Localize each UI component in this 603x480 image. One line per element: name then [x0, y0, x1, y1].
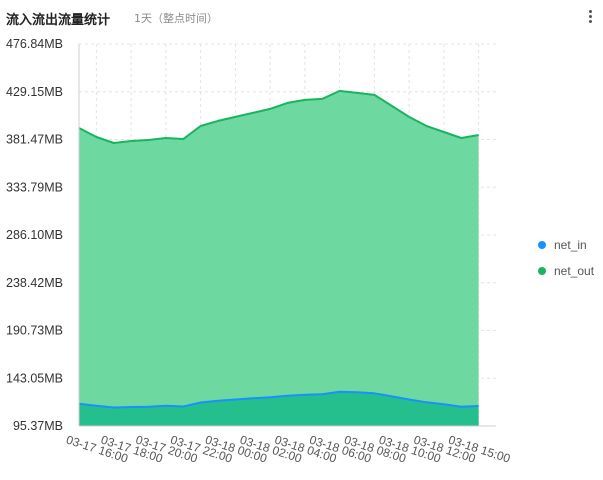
- legend-item-net-in[interactable]: net_in: [538, 232, 594, 258]
- chart-title: 流入流出流量统计: [6, 13, 111, 28]
- y-tick-label: 95.37MB: [13, 419, 63, 433]
- time-range-label: 1天（整点时间）: [134, 12, 218, 25]
- chart-legend: net_in net_out: [538, 232, 594, 284]
- y-tick-label: 333.79MB: [6, 180, 63, 194]
- y-tick-label: 381.47MB: [6, 133, 63, 147]
- legend-marker-net-in: [538, 241, 546, 249]
- legend-label-net-in: net_in: [554, 238, 587, 252]
- legend-marker-net-out: [538, 267, 546, 275]
- y-tick-label: 190.73MB: [6, 324, 63, 338]
- y-tick-label: 286.10MB: [6, 228, 63, 242]
- y-tick-label: 429.15MB: [6, 85, 63, 99]
- more-vertical-icon[interactable]: [582, 6, 598, 26]
- y-tick-label: 476.84MB: [6, 37, 63, 51]
- chart-header: 流入流出流量统计 1天（整点时间）: [0, 0, 603, 34]
- legend-item-net-out[interactable]: net_out: [538, 258, 594, 284]
- area-chart: 476.84MB 429.15MB 381.47MB 333.79MB 286.10MB…: [6, 37, 512, 466]
- legend-label-net-out: net_out: [554, 264, 595, 278]
- y-tick-label: 143.05MB: [6, 371, 63, 385]
- y-tick-label: 238.42MB: [6, 276, 63, 290]
